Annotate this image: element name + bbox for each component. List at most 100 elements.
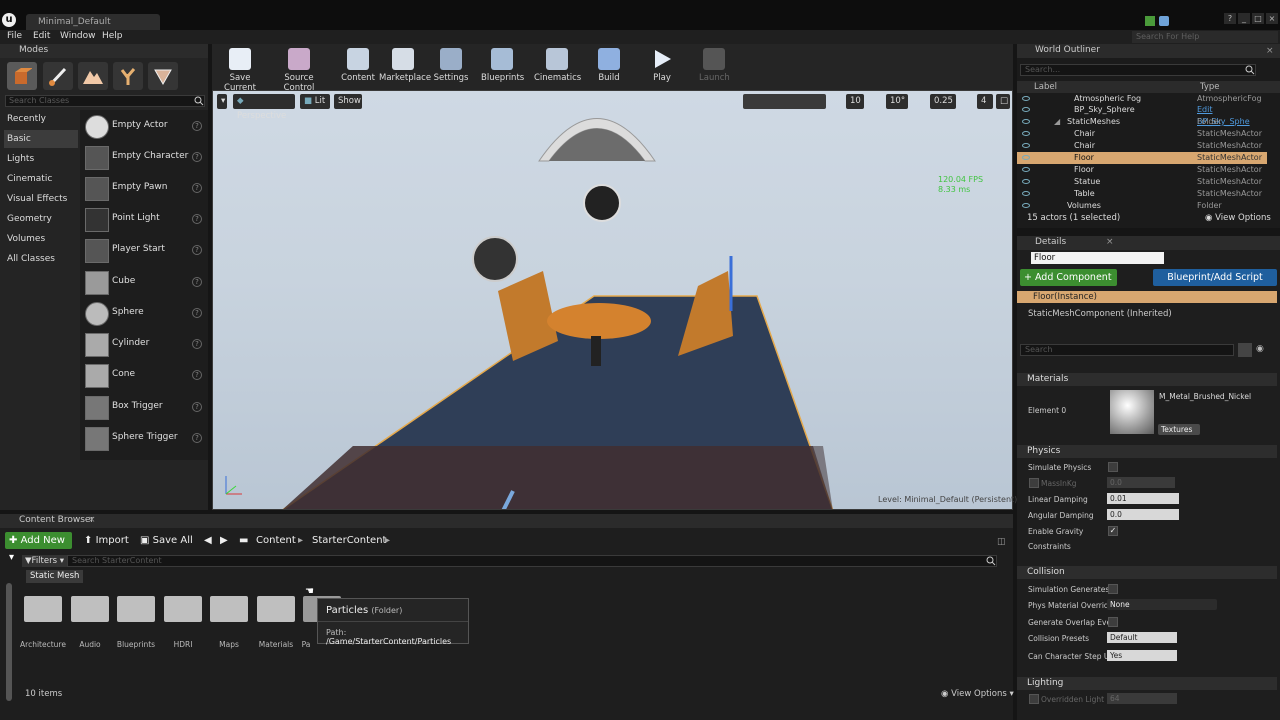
- material-thumbnail[interactable]: [1110, 390, 1154, 434]
- forward-button[interactable]: ▶: [220, 535, 228, 546]
- folder-blueprints[interactable]: [117, 596, 155, 622]
- materials-section-header[interactable]: Materials: [1017, 373, 1277, 386]
- folder-maps[interactable]: [210, 596, 248, 622]
- document-tab[interactable]: Minimal_Default: [26, 14, 160, 30]
- category-volumes[interactable]: Volumes: [4, 230, 78, 248]
- outliner-row[interactable]: Volumes Folder: [1017, 200, 1267, 212]
- menu-help[interactable]: Help: [102, 31, 123, 41]
- mass-field[interactable]: 0.0: [1107, 477, 1175, 488]
- help-icon[interactable]: ?: [192, 245, 202, 255]
- category-all-classes[interactable]: All Classes: [4, 250, 78, 268]
- phys-material-dropdown[interactable]: None: [1107, 599, 1217, 610]
- content-button[interactable]: Content: [340, 44, 376, 88]
- build-button[interactable]: Build: [595, 44, 623, 88]
- minimize-button[interactable]: _: [1238, 13, 1250, 24]
- place-mode-icon[interactable]: [7, 62, 37, 90]
- place-item-empty-character[interactable]: Empty Character?: [84, 144, 206, 172]
- foliage-mode-icon[interactable]: [113, 62, 143, 90]
- column-type[interactable]: Type: [1200, 82, 1220, 92]
- modes-tab[interactable]: Modes: [0, 44, 208, 58]
- linear-damping-field[interactable]: 0.01: [1107, 493, 1179, 504]
- level-viewport[interactable]: [212, 90, 1013, 510]
- place-item-sphere[interactable]: Sphere?: [84, 300, 206, 328]
- source-control-button[interactable]: Source Control: [268, 44, 330, 93]
- static-mesh-filter-chip[interactable]: Static Mesh: [26, 570, 84, 583]
- filters-button[interactable]: ▼Filters ▾: [22, 555, 67, 567]
- outliner-row[interactable]: ◢ StaticMeshes Folder: [1017, 116, 1267, 128]
- visibility-eye-icon[interactable]: [1022, 179, 1030, 184]
- outliner-row[interactable]: Floor StaticMeshActor: [1017, 164, 1267, 176]
- lighting-section-header[interactable]: Lighting: [1017, 677, 1277, 690]
- close-tab-icon[interactable]: ×: [1106, 237, 1114, 247]
- help-icon[interactable]: ?: [192, 433, 202, 443]
- overridden-lightmap-field[interactable]: 64: [1107, 693, 1177, 704]
- back-button[interactable]: ◀: [204, 535, 212, 546]
- viewport-options-button[interactable]: ▾: [217, 94, 227, 109]
- category-basic[interactable]: Basic: [4, 130, 78, 148]
- place-item-sphere-trigger[interactable]: Sphere Trigger?: [84, 425, 206, 453]
- property-matrix-icon[interactable]: [1238, 343, 1252, 357]
- visibility-eye-icon[interactable]: [1022, 191, 1030, 196]
- play-button[interactable]: Play: [648, 44, 676, 88]
- place-item-empty-pawn[interactable]: Empty Pawn?: [84, 175, 206, 203]
- simulate-physics-checkbox[interactable]: [1108, 462, 1118, 472]
- snap-rotation-value[interactable]: 10°: [886, 94, 908, 109]
- collision-presets-dropdown[interactable]: Default: [1107, 632, 1177, 643]
- material-dropdown[interactable]: M_Metal_Brushed_Nickel: [1159, 392, 1251, 401]
- maximize-button[interactable]: □: [1252, 13, 1264, 24]
- help-icon[interactable]: ?: [192, 370, 202, 380]
- category-geometry[interactable]: Geometry: [4, 210, 78, 228]
- outliner-row[interactable]: Chair StaticMeshActor: [1017, 128, 1267, 140]
- visibility-eye-icon[interactable]: ◉: [1256, 344, 1264, 354]
- category-lights[interactable]: Lights: [4, 150, 78, 168]
- blueprint-add-script-button[interactable]: Blueprint/Add Script: [1153, 269, 1277, 286]
- camera-speed-value[interactable]: 4: [977, 94, 993, 109]
- lock-icon[interactable]: ◫: [997, 537, 1006, 547]
- category-visual-effects[interactable]: Visual Effects: [4, 190, 78, 208]
- visibility-eye-icon[interactable]: [1022, 131, 1030, 136]
- help-icon[interactable]: ?: [192, 183, 202, 193]
- place-item-cone[interactable]: Cone?: [84, 362, 206, 390]
- simulation-generates-hit-checkbox[interactable]: [1108, 584, 1118, 594]
- visibility-eye-icon[interactable]: [1022, 96, 1030, 101]
- help-icon[interactable]: ?: [192, 277, 202, 287]
- paint-mode-icon[interactable]: [43, 62, 73, 90]
- physics-section-header[interactable]: Physics: [1017, 445, 1277, 458]
- outliner-view-options-button[interactable]: ◉ View Options: [1205, 213, 1271, 223]
- outliner-row[interactable]: Table StaticMeshActor: [1017, 188, 1267, 200]
- actor-name-field[interactable]: Floor: [1031, 252, 1164, 264]
- help-button[interactable]: ?: [1224, 13, 1236, 24]
- folder-audio[interactable]: [71, 596, 109, 622]
- menu-edit[interactable]: Edit: [33, 31, 50, 41]
- save-current-button[interactable]: Save Current: [214, 44, 266, 93]
- help-search-input[interactable]: Search For Help: [1132, 31, 1278, 43]
- add-new-button[interactable]: ✚ Add New ▾: [5, 532, 72, 563]
- place-item-box-trigger[interactable]: Box Trigger?: [84, 394, 206, 422]
- notification-icon[interactable]: [1145, 16, 1155, 26]
- place-item-player-start[interactable]: Player Start?: [84, 237, 206, 265]
- outliner-row[interactable]: Chair StaticMeshActor: [1017, 140, 1267, 152]
- search-classes-input[interactable]: Search Classes: [5, 95, 205, 107]
- source-control-status-icon[interactable]: [1159, 16, 1169, 26]
- launch-button[interactable]: Launch: [699, 44, 730, 88]
- world-outliner-tab[interactable]: World Outliner: [1017, 44, 1280, 58]
- visibility-eye-icon[interactable]: [1022, 203, 1030, 208]
- place-item-cube[interactable]: Cube?: [84, 269, 206, 297]
- textures-dropdown[interactable]: Textures: [1158, 424, 1200, 435]
- content-view-options-button[interactable]: ◉ View Options ▾: [941, 689, 1014, 699]
- scrollbar[interactable]: [6, 583, 12, 701]
- column-label[interactable]: Label: [1034, 82, 1057, 92]
- import-button[interactable]: ⬆ Import: [84, 535, 129, 546]
- outliner-row-selected[interactable]: Floor StaticMeshActor: [1017, 152, 1267, 164]
- component-tree-root[interactable]: Floor(Instance): [1017, 291, 1277, 303]
- folder-hdri[interactable]: [164, 596, 202, 622]
- help-icon[interactable]: ?: [192, 214, 202, 224]
- perspective-button[interactable]: ◆ Perspective: [233, 94, 295, 121]
- marketplace-button[interactable]: Marketplace: [379, 44, 431, 88]
- place-item-point-light[interactable]: Point Light?: [84, 206, 206, 234]
- outliner-search-input[interactable]: Search...: [1020, 64, 1256, 76]
- folder-architecture[interactable]: [24, 596, 62, 622]
- help-icon[interactable]: ?: [192, 339, 202, 349]
- visibility-eye-icon[interactable]: [1022, 107, 1030, 112]
- snap-scale-value[interactable]: 0.25: [930, 94, 956, 109]
